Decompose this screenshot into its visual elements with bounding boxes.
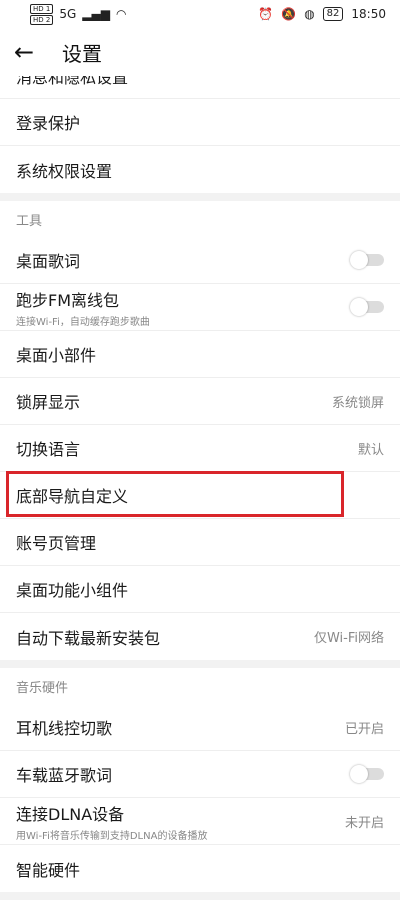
section-header-music-hardware: 音乐硬件 bbox=[16, 680, 69, 696]
list-item-subtitle: 用Wi-Fi将音乐传输到支持DLNA的设备播放 bbox=[16, 830, 208, 842]
list-item-subtitle: 连接Wi-Fi，自动缓存跑步歌曲 bbox=[16, 316, 150, 328]
highlight-box bbox=[6, 471, 344, 517]
status-left: HD 1 HD 2 5G ▂▄▆ ◠ bbox=[30, 3, 127, 25]
signal-icon: ▂▄▆ bbox=[82, 7, 110, 21]
status-right: ⏰ 🔕 ◍ 82 18:50 bbox=[258, 7, 386, 21]
section-header-tools: 工具 bbox=[16, 213, 43, 229]
list-item-label: 桌面小部件 bbox=[16, 346, 97, 365]
wifi-icon: ◠ bbox=[115, 7, 127, 21]
list-item-label: 耳机线控切歌 bbox=[16, 719, 113, 738]
vibrate-icon: ◍ bbox=[304, 7, 315, 21]
list-item-login-protection[interactable]: 登录保护 bbox=[0, 99, 400, 146]
list-item-label: 消息和隐私设置 bbox=[16, 76, 129, 87]
sim2-badge: HD 2 bbox=[30, 14, 54, 25]
list-item-label: 连接DLNA设备 bbox=[16, 804, 125, 824]
list-item-lockscreen[interactable]: 锁屏显示 系统锁屏 bbox=[0, 378, 400, 425]
list-item-language[interactable]: 切换语言 默认 bbox=[0, 425, 400, 472]
list-item-smart-hardware[interactable]: 智能硬件 bbox=[0, 845, 400, 892]
alarm-icon: ⏰ bbox=[258, 7, 274, 21]
section-divider bbox=[0, 660, 400, 668]
list-item-value: 默认 bbox=[357, 442, 384, 458]
car-bluetooth-lyrics-toggle[interactable] bbox=[350, 765, 384, 783]
status-bar: HD 1 HD 2 5G ▂▄▆ ◠ ⏰ 🔕 ◍ 82 18:50 bbox=[0, 0, 400, 28]
list-item-value: 系统锁屏 bbox=[331, 395, 384, 411]
battery-level: 82 bbox=[322, 7, 344, 21]
desktop-lyrics-toggle[interactable] bbox=[350, 251, 384, 269]
list-item-value: 已开启 bbox=[344, 721, 384, 737]
list-item-label: 锁屏显示 bbox=[16, 393, 81, 412]
list-item-label: 智能硬件 bbox=[16, 860, 81, 880]
list-item-label: 登录保护 bbox=[16, 114, 81, 133]
list-item-message-privacy[interactable]: 消息和隐私设置 bbox=[0, 76, 400, 99]
list-item-label: 系统权限设置 bbox=[16, 161, 113, 181]
list-item-auto-download[interactable]: 自动下载最新安装包 仅Wi-Fi网络 bbox=[0, 613, 400, 660]
list-item-label: 账号页管理 bbox=[16, 534, 97, 553]
app-header: ← 设置 bbox=[0, 28, 400, 76]
status-time: 18:50 bbox=[351, 7, 386, 21]
back-arrow-icon[interactable]: ← bbox=[14, 28, 46, 76]
list-item-headset-control[interactable]: 耳机线控切歌 已开启 bbox=[0, 704, 400, 751]
list-item-label: 桌面功能小组件 bbox=[16, 581, 129, 600]
running-fm-toggle[interactable] bbox=[350, 298, 384, 316]
list-item-label: 切换语言 bbox=[16, 440, 81, 459]
sim-indicators: HD 1 HD 2 bbox=[30, 3, 54, 25]
list-item-label: 跑步FM离线包 bbox=[16, 290, 120, 310]
list-item-car-bluetooth-lyrics[interactable]: 车载蓝牙歌词 bbox=[0, 751, 400, 798]
list-item-desktop-function-widget[interactable]: 桌面功能小组件 bbox=[0, 566, 400, 613]
mute-icon: 🔕 bbox=[281, 7, 297, 21]
list-item-desktop-lyrics[interactable]: 桌面歌词 bbox=[0, 237, 400, 284]
section-divider bbox=[0, 193, 400, 201]
list-item-value: 仅Wi-Fi网络 bbox=[313, 631, 384, 646]
list-item-label: 自动下载最新安装包 bbox=[16, 628, 161, 648]
list-item-label: 桌面歌词 bbox=[16, 252, 81, 271]
list-item-system-permissions[interactable]: 系统权限设置 bbox=[0, 146, 400, 193]
section-divider bbox=[0, 892, 400, 900]
list-item-dlna[interactable]: 连接DLNA设备 用Wi-Fi将音乐传输到支持DLNA的设备播放 未开启 bbox=[0, 798, 400, 845]
list-item-account-page[interactable]: 账号页管理 bbox=[0, 519, 400, 566]
list-item-value: 未开启 bbox=[344, 815, 384, 831]
sim1-badge: HD 1 bbox=[30, 3, 54, 14]
list-item-running-fm[interactable]: 跑步FM离线包 连接Wi-Fi，自动缓存跑步歌曲 bbox=[0, 284, 400, 331]
list-item-label: 车载蓝牙歌词 bbox=[16, 766, 113, 785]
page-title: 设置 bbox=[62, 41, 102, 66]
network-label: 5G bbox=[59, 7, 77, 21]
list-item-desktop-widget[interactable]: 桌面小部件 bbox=[0, 331, 400, 378]
